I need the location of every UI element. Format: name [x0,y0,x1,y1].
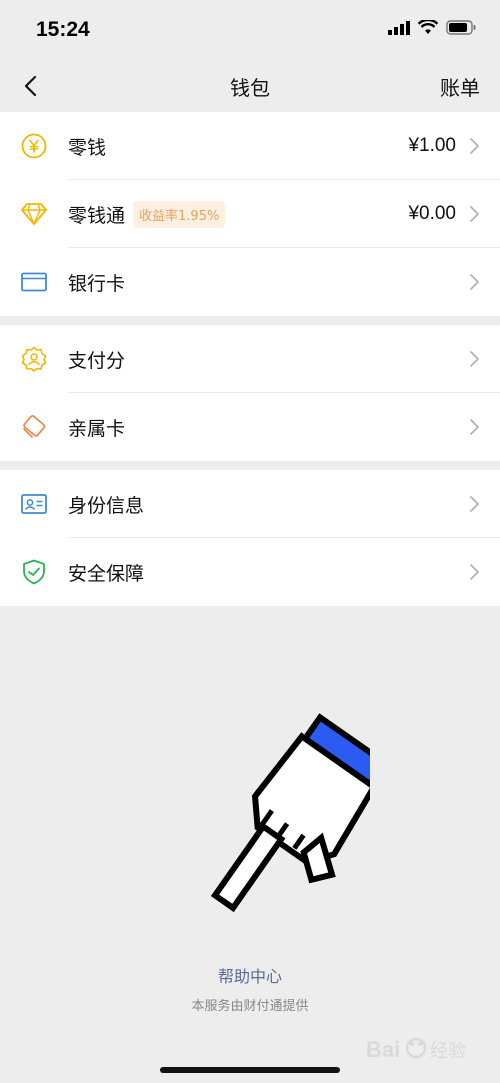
list-item-label: 零钱通 [68,204,126,227]
provider-text: 本服务由财付通提供 [191,999,309,1014]
cellular-signal-icon [388,20,410,35]
yield-rate-badge: 收益率1.95% [133,200,226,228]
pointing-hand-icon [210,713,370,913]
list-item-label: 安全保障 [68,562,145,585]
chevron-right-icon [470,351,479,367]
shield-check-icon [20,558,48,586]
list-item-security[interactable]: 安全保障 [0,538,500,606]
chevron-right-icon [470,206,479,222]
pay-score-icon [20,345,48,373]
page-title: 钱包 [230,76,270,100]
list-item-label: 零钱 [68,136,107,159]
chevron-right-icon [470,496,479,512]
wifi-icon [418,20,438,34]
list-item-lingqiantong[interactable]: 零钱通 收益率1.95% ¥0.00 [0,180,500,248]
baidu-jingyan-watermark-logo: Bai 经验 [366,1037,466,1062]
bank-card-icon [20,268,48,296]
list-item-pay-score[interactable]: 支付分 [0,325,500,393]
svg-text:Bai: Bai [366,1037,400,1062]
list-item-bank-card[interactable]: 银行卡 [0,248,500,316]
list-item-change[interactable]: 零钱 ¥1.00 [0,112,500,180]
home-indicator[interactable] [160,1067,340,1073]
list-item-label: 支付分 [68,349,126,372]
account-settings-group: 身份信息 安全保障 [0,470,500,606]
battery-icon [446,20,476,35]
list-item-family-card[interactable]: 亲属卡 [0,393,500,461]
status-time: 15:24 [36,18,90,41]
list-item-label: 银行卡 [68,272,126,295]
nav-bar: 钱包 账单 [0,60,500,112]
svg-text:经验: 经验 [430,1041,466,1062]
id-card-icon [20,490,48,518]
bill-button[interactable]: 账单 [440,72,480,101]
balance-value: ¥1.00 [408,135,456,156]
payment-services-group: 支付分 亲属卡 [0,325,500,461]
status-icons [388,20,476,35]
list-item-label: 身份信息 [68,494,145,517]
list-item-identity-info[interactable]: 身份信息 [0,470,500,538]
wallet-balance-group: 零钱 ¥1.00 零钱通 收益率1.95% ¥0.00 银行卡 [0,112,500,316]
chevron-right-icon [470,138,479,154]
chevron-right-icon [470,419,479,435]
help-center-link[interactable]: 帮助中心 [0,963,500,987]
chevron-right-icon [470,564,479,580]
status-bar: 15:24 [0,0,500,60]
list-item-label: 亲属卡 [68,417,126,440]
family-card-icon [20,413,48,441]
chevron-right-icon [470,274,479,290]
yen-coin-icon [20,132,48,160]
diamond-icon [20,200,48,228]
balance-value: ¥0.00 [408,203,456,224]
